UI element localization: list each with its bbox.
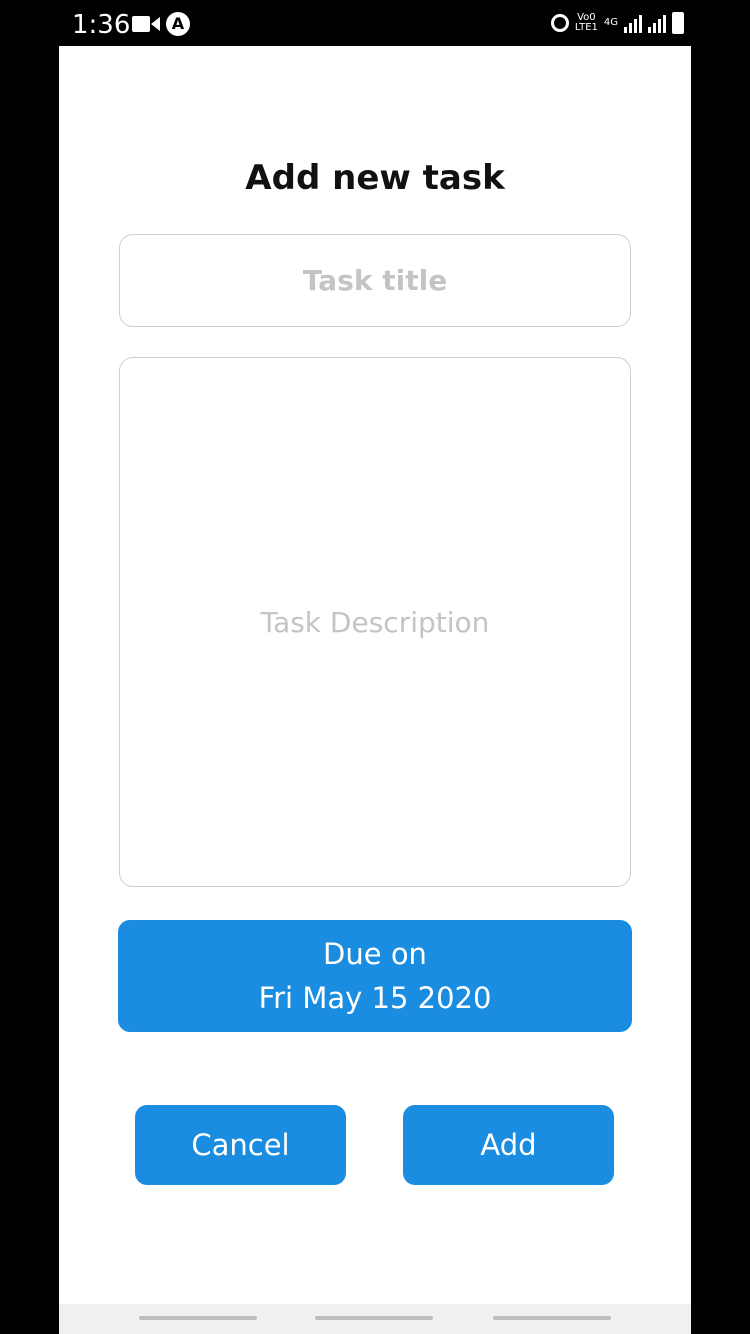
due-label: Due on bbox=[323, 937, 427, 971]
status-bar: 1:36 A Vo0 LTE1 4G bbox=[0, 0, 750, 46]
cancel-button[interactable]: Cancel bbox=[135, 1105, 346, 1185]
add-button[interactable]: Add bbox=[403, 1105, 614, 1185]
nav-back-handle[interactable] bbox=[493, 1316, 611, 1320]
task-title-placeholder: Task title bbox=[302, 264, 448, 297]
network-bottom-label: LTE1 bbox=[574, 22, 598, 33]
system-nav-bar bbox=[59, 1304, 691, 1334]
nav-recent-handle[interactable] bbox=[139, 1316, 257, 1320]
signal-icon bbox=[624, 13, 642, 33]
task-description-placeholder: Task Description bbox=[260, 605, 490, 639]
status-icons: Vo0 LTE1 4G bbox=[550, 10, 684, 36]
page-title: Add new task bbox=[245, 158, 505, 198]
network-indicator: Vo0 LTE1 bbox=[575, 13, 598, 33]
video-icon bbox=[132, 14, 160, 38]
status-time: 1:36 bbox=[72, 10, 131, 40]
alarm-icon bbox=[550, 14, 569, 32]
nav-home-handle[interactable] bbox=[315, 1316, 433, 1320]
task-description-input[interactable]: Task Description bbox=[119, 357, 631, 887]
a-notification-icon: A bbox=[166, 12, 190, 36]
gen-label: 4G bbox=[603, 17, 618, 28]
signal-icon-2 bbox=[648, 13, 666, 33]
battery-icon bbox=[672, 12, 684, 34]
due-date-value: Fri May 15 2020 bbox=[258, 981, 492, 1015]
task-title-input[interactable]: Task title bbox=[119, 234, 631, 327]
due-date-button[interactable]: Due on Fri May 15 2020 bbox=[118, 920, 632, 1032]
add-task-screen: Add new task Task title Task Description… bbox=[59, 46, 691, 1334]
